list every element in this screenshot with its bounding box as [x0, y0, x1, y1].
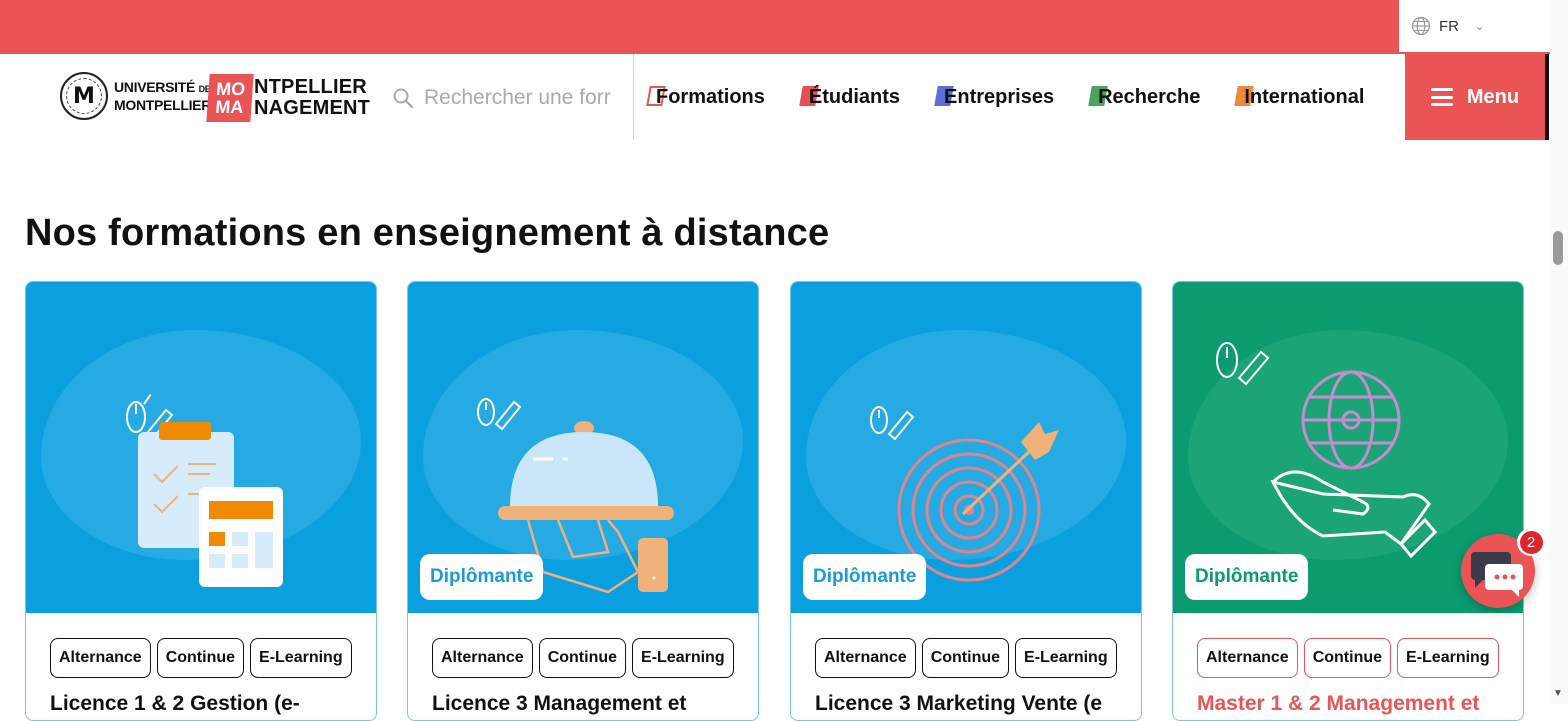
nav-label: Étudiants [808, 86, 901, 108]
tag-continue[interactable]: Continue [1303, 638, 1392, 678]
language-value: FR [1439, 17, 1459, 35]
scrollbar-track[interactable] [1550, 0, 1568, 704]
formation-card[interactable]: Alternance Continue E-Learning Licence 1… [25, 281, 377, 721]
header-divider [633, 54, 634, 140]
nav-item-international[interactable]: International [1234, 80, 1365, 114]
card-tags: Alternance Continue E-Learning [432, 638, 734, 678]
tag-elearning[interactable]: E-Learning [250, 638, 352, 678]
clipboard-calculator-icon [126, 394, 283, 587]
formation-card[interactable]: Diplômante Alternance Continue E-Learnin… [1172, 281, 1524, 721]
hamburger-icon [1430, 88, 1453, 106]
menu-edge [1545, 54, 1549, 140]
search-input[interactable] [424, 86, 614, 110]
tag-alternance[interactable]: Alternance [1197, 638, 1298, 678]
section-title: Nos formations en enseignement à distanc… [25, 212, 830, 254]
card-tags: Alternance Continue E-Learning [50, 638, 352, 678]
nav-item-entreprises[interactable]: Entreprises [934, 80, 1055, 114]
logo-text: NTPELLIER NAGEMENT [254, 76, 371, 119]
card-title[interactable]: Master 1 & 2 Management et [1197, 692, 1479, 716]
chevron-down-icon: ⌄ [1475, 20, 1485, 33]
nav-label: International [1244, 86, 1365, 108]
scroll-down-arrow-icon[interactable]: ▼ [1553, 688, 1563, 699]
site-header: M UNIVERSITÉ DE MONTPELLIER MO MA NTPELL… [0, 54, 1550, 140]
card-tags: Alternance Continue E-Learning [815, 638, 1117, 678]
globe-icon [1411, 16, 1431, 36]
tag-alternance[interactable]: Alternance [815, 638, 916, 678]
diplomante-badge: Diplômante [803, 554, 927, 600]
nav-label: Entreprises [944, 86, 1055, 108]
chat-unread-badge: 2 [1517, 528, 1545, 556]
menu-button[interactable]: Menu [1405, 54, 1545, 140]
tag-alternance[interactable]: Alternance [50, 638, 151, 678]
formation-card[interactable]: Diplômante Alternance Continue E-Learnin… [790, 281, 1142, 721]
top-banner [0, 0, 1550, 54]
tag-continue[interactable]: Continue [156, 638, 245, 678]
tag-continue[interactable]: Continue [921, 638, 1010, 678]
card-visual [26, 282, 376, 613]
university-seal: M [60, 72, 108, 120]
formation-card[interactable]: Diplômante Alternance Continue E-Learnin… [407, 281, 759, 721]
logo-block: MO MA [206, 74, 254, 122]
card-title[interactable]: Licence 3 Marketing Vente (e [815, 692, 1102, 716]
card-visual: Diplômante [408, 282, 758, 613]
scrollbar-thumb[interactable] [1553, 231, 1563, 265]
card-title[interactable]: Licence 1 & 2 Gestion (e- [50, 692, 300, 716]
search-box[interactable] [392, 82, 622, 114]
universite-montpellier-logo[interactable]: M UNIVERSITÉ DE MONTPELLIER [60, 72, 211, 120]
card-tags: Alternance Continue E-Learning [1197, 638, 1499, 678]
diplomante-badge: Diplômante [1185, 554, 1309, 600]
nav-label: Recherche [1098, 86, 1201, 108]
montpellier-management-logo[interactable]: MO MA NTPELLIER NAGEMENT [206, 74, 371, 122]
tag-continue[interactable]: Continue [538, 638, 627, 678]
nav-item-formations[interactable]: Formations [646, 80, 765, 114]
nav-item-recherche[interactable]: Recherche [1088, 80, 1201, 114]
chat-unread-count: 2 [1519, 530, 1543, 554]
tag-alternance[interactable]: Alternance [432, 638, 533, 678]
tag-elearning[interactable]: E-Learning [632, 638, 734, 678]
card-title[interactable]: Licence 3 Management et [432, 692, 686, 716]
nav-label: Formations [656, 86, 765, 108]
diplomante-badge: Diplômante [420, 554, 544, 600]
main-nav: Formations Étudiants Entreprises Recherche I… [646, 80, 1400, 114]
search-icon [393, 88, 414, 109]
tag-elearning[interactable]: E-Learning [1397, 638, 1499, 678]
card-visual: Diplômante [791, 282, 1141, 613]
university-name: UNIVERSITÉ DE MONTPELLIER [114, 79, 212, 113]
tag-elearning[interactable]: E-Learning [1015, 638, 1117, 678]
nav-item-etudiants[interactable]: Étudiants [799, 80, 901, 114]
language-selector[interactable]: FR ⌄ [1399, 0, 1550, 52]
menu-label: Menu [1466, 85, 1520, 108]
